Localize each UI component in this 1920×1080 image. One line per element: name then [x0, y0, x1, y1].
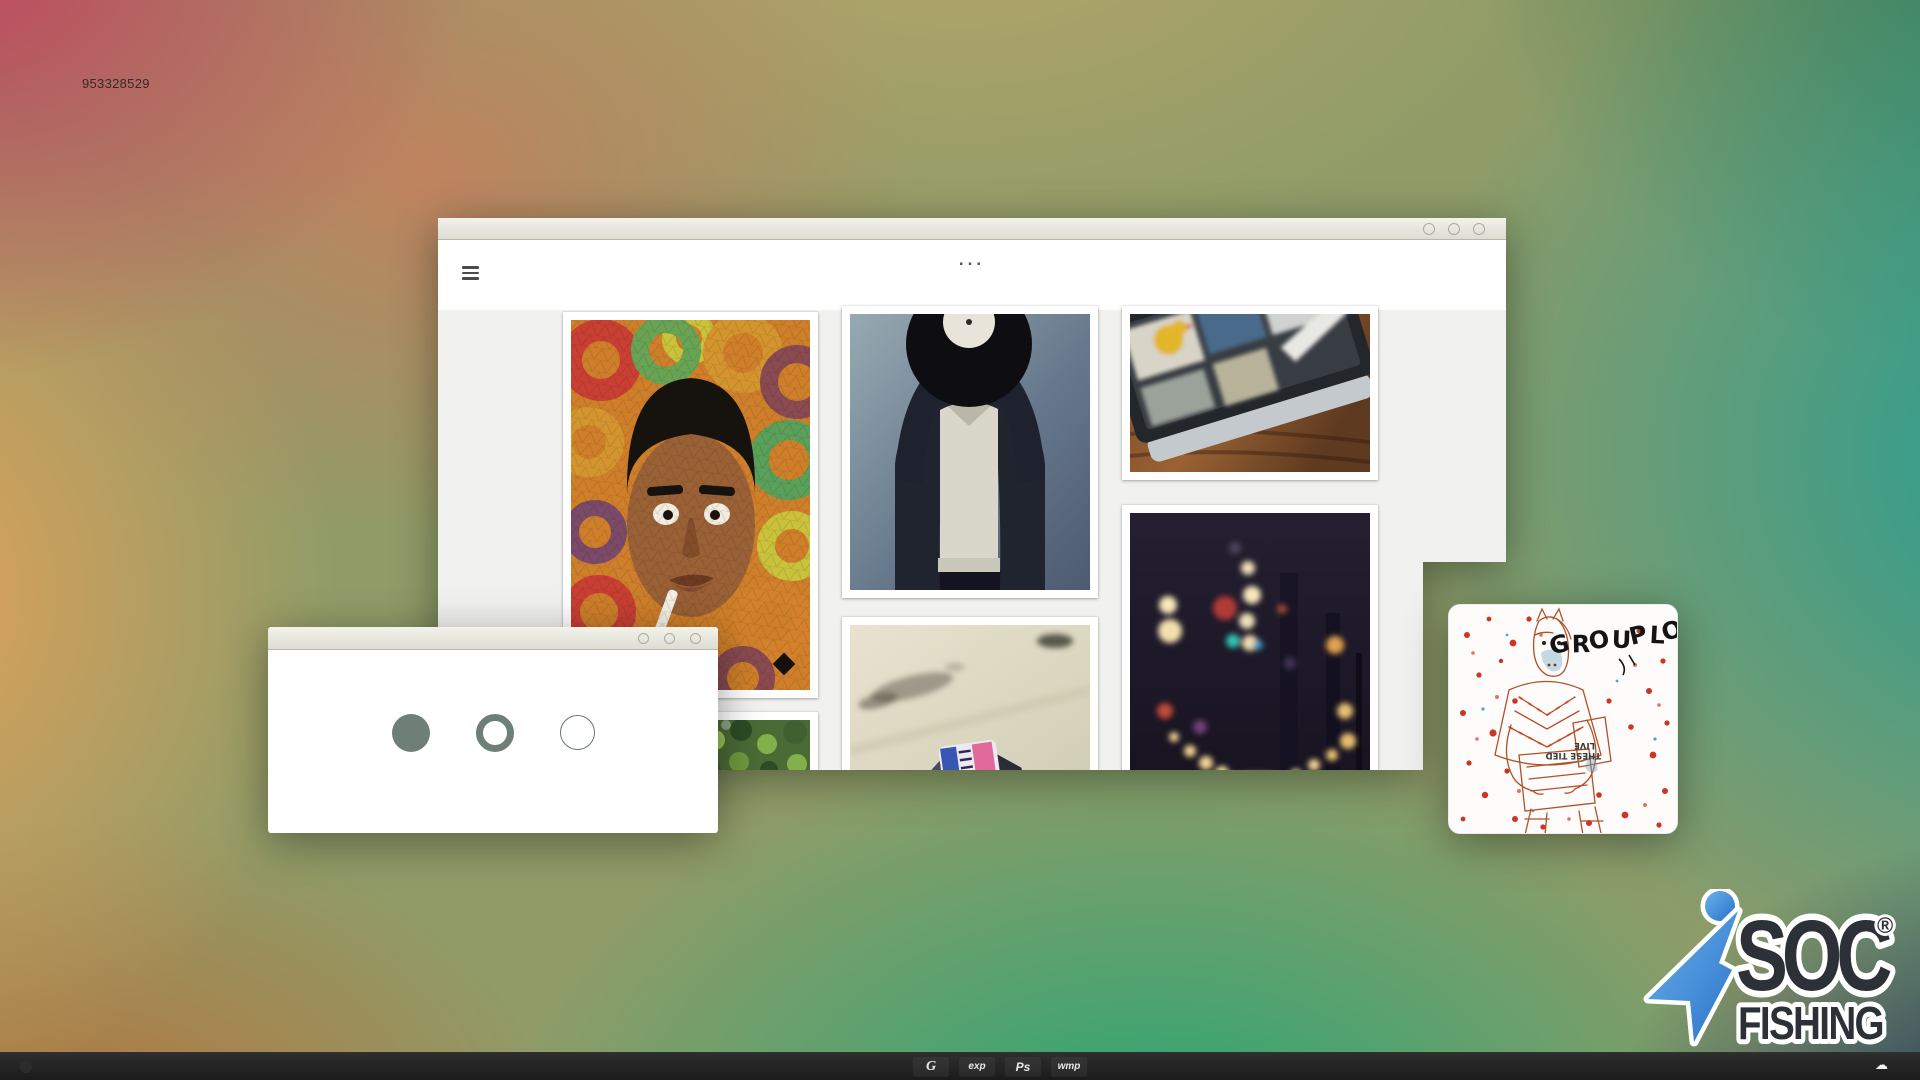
desktop-code-text: 953328529	[82, 76, 150, 91]
album-note-text-2: LIVE	[1574, 740, 1595, 750]
ring-circle-option[interactable]	[476, 714, 514, 752]
photo-card-tablet-desk[interactable]	[1122, 306, 1378, 480]
taskbar-app-group: G exp Ps wmp	[913, 1053, 1087, 1080]
taskbar-item-exp[interactable]: exp	[959, 1057, 995, 1077]
vinyl-person-image	[850, 314, 1090, 590]
taskbar: G exp Ps wmp ☁	[0, 1052, 1920, 1080]
city-bokeh-image	[1130, 513, 1370, 770]
gallery-toolbar: ...	[438, 240, 1506, 310]
beach-object-image	[850, 625, 1090, 770]
photo-card-city-bokeh[interactable]	[1122, 505, 1378, 770]
logo-registered-mark: ®	[1877, 913, 1893, 938]
window-circle-button[interactable]	[1448, 223, 1460, 235]
desktop: 953328529 ...	[0, 0, 1920, 1080]
album-note-text-1: THESE TIED	[1546, 750, 1601, 760]
circle-options-row	[268, 641, 718, 824]
shapes-window	[268, 627, 718, 833]
photo-card-vinyl-person[interactable]	[842, 306, 1098, 598]
window-circle-button[interactable]	[1423, 223, 1435, 235]
window-circle-button[interactable]	[1473, 223, 1485, 235]
soc-fishing-logo: SOC ® FISHING	[1634, 889, 1904, 1054]
album-card[interactable]: GROUPLOVE THESE TIED LIVE	[1448, 604, 1678, 834]
hamburger-menu-icon[interactable]	[462, 266, 479, 280]
logo-soc-text: SOC	[1736, 901, 1891, 1013]
logo-arrow-icon	[1648, 911, 1738, 1042]
taskbar-left-icon[interactable]	[20, 1061, 32, 1073]
cloud-icon[interactable]: ☁	[1875, 1058, 1888, 1071]
taskbar-item-g[interactable]: G	[913, 1057, 949, 1077]
logo-fishing-text: FISHING	[1738, 998, 1883, 1049]
gallery-titlebar[interactable]	[438, 218, 1506, 240]
taskbar-item-wmp[interactable]: wmp	[1051, 1057, 1087, 1077]
photo-card-beach-object[interactable]	[842, 617, 1098, 770]
grouplove-album-art: GROUPLOVE THESE TIED LIVE	[1449, 605, 1678, 834]
filled-circle-option[interactable]	[392, 714, 430, 752]
tablet-desk-image	[1130, 314, 1370, 472]
outline-circle-option[interactable]	[560, 715, 595, 750]
more-options-button[interactable]: ...	[959, 250, 985, 270]
taskbar-item-ps[interactable]: Ps	[1005, 1057, 1041, 1077]
